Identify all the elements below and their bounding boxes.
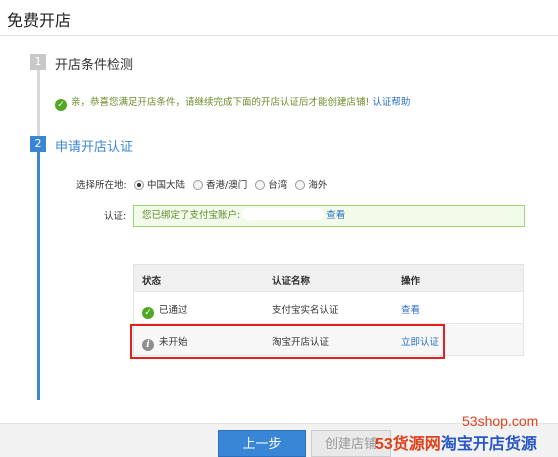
table-header: 状态 认证名称 操作: [134, 265, 523, 291]
radio-hk-macau[interactable]: 香港/澳门: [193, 177, 247, 191]
auth-help-link[interactable]: 认证帮助: [372, 97, 410, 108]
status-cell: ✓ 已通过: [142, 302, 188, 319]
radio-label: 香港/澳门: [206, 180, 248, 191]
status-text: 已通过: [159, 305, 188, 316]
step1-number-badge: 1: [30, 54, 46, 70]
watermark-url: 53shop.com: [462, 413, 539, 429]
alipay-view-link[interactable]: 查看: [326, 210, 345, 221]
col-status: 状态: [142, 276, 162, 287]
prev-step-button[interactable]: 上一步: [218, 430, 306, 457]
alipay-bound-text: 您已绑定了支付宝账户:: [142, 210, 241, 221]
step1-title: 开店条件检测: [55, 58, 134, 73]
auth-label: 认证:: [104, 211, 127, 222]
col-action: 操作: [401, 276, 421, 287]
radio-dot-icon: [193, 180, 204, 190]
radio-dot-icon: [134, 180, 144, 190]
col-name: 认证名称: [272, 276, 311, 287]
radio-label: 海外: [308, 180, 328, 191]
check-icon: ✓: [142, 307, 154, 319]
radio-label: 台湾: [268, 180, 288, 191]
radio-taiwan[interactable]: 台湾: [255, 177, 287, 191]
alipay-bound-box: 您已绑定了支付宝账户: 查看: [133, 205, 525, 227]
radio-overseas[interactable]: 海外: [295, 177, 327, 191]
highlight-box: [130, 324, 445, 359]
step1-timeline-rail: [37, 60, 40, 136]
radio-dot-icon: [255, 180, 266, 190]
watermark-brand: 53货源网淘宝开店货源: [375, 430, 537, 454]
view-action-link[interactable]: 查看: [401, 302, 420, 316]
radio-dot-icon: [295, 180, 306, 190]
table-row: ✓ 已通过 支付宝实名认证 查看: [134, 291, 523, 323]
check-icon: ✓: [55, 99, 67, 111]
step2-timeline-rail: [37, 142, 40, 400]
step2-number-badge: 2: [30, 136, 46, 152]
location-label: 选择所在地:: [76, 180, 127, 191]
radio-label: 中国大陆: [147, 180, 186, 191]
eligibility-notice: ✓ 亲，恭喜您满足开店条件，请继续完成下面的开店认证后才能创建店铺! 认证帮助: [55, 94, 410, 111]
step2-title: 申请开店认证: [55, 140, 134, 155]
watermark-brand-sub: 淘宝开店货源: [440, 436, 537, 453]
radio-mainland[interactable]: 中国大陆: [134, 177, 185, 191]
auth-name-cell: 支付宝实名认证: [272, 305, 339, 316]
watermark-brand-main: 53货源网: [375, 436, 441, 453]
page-title: 免费开店: [7, 11, 72, 30]
page-header: 免费开店: [0, 0, 558, 36]
redacted-account: [242, 208, 325, 220]
location-radio-group: 中国大陆 香港/澳门 台湾 海外: [134, 177, 332, 191]
notice-text: 亲，恭喜您满足开店条件，请继续完成下面的开店认证后才能创建店铺!: [71, 97, 373, 108]
